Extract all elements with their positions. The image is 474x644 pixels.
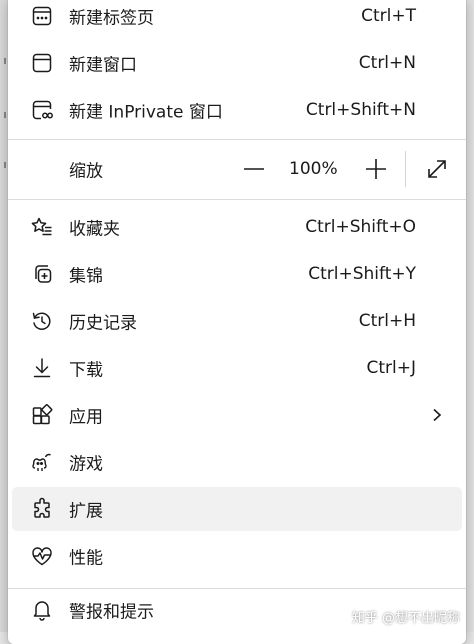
history-icon [30, 309, 54, 333]
menu-item-label: 收藏夹 [69, 219, 120, 240]
menu-item-shortcut: Ctrl+Shift+O [305, 217, 416, 237]
menu-item-zoom: 缩放 100% [12, 145, 462, 193]
download-icon [30, 356, 54, 380]
extensions-icon [30, 497, 54, 521]
menu-item-shortcut: Ctrl+N [358, 53, 416, 73]
menu-item-shortcut: Ctrl+Shift+Y [308, 264, 416, 284]
performance-icon [30, 544, 54, 568]
fullscreen-icon[interactable] [424, 156, 450, 182]
collections-icon [30, 262, 54, 286]
menu-item-label: 新建 InPrivate 窗口 [69, 102, 223, 123]
menu-item-favorites[interactable]: 收藏夹 Ctrl+Shift+O [12, 205, 462, 249]
favorites-icon [30, 215, 54, 239]
menu-item-games[interactable]: 游戏 [12, 440, 462, 484]
watermark-text: 知乎 @想不出昵称 [351, 611, 460, 626]
menu-item-label: 应用 [69, 407, 103, 428]
menu-item-label: 下载 [69, 360, 103, 381]
bell-icon [30, 598, 54, 622]
new-window-icon [30, 51, 54, 75]
menu-item-shortcut: Ctrl+Shift+N [305, 100, 416, 120]
menu-item-label: 扩展 [69, 501, 103, 522]
background-mark [4, 58, 6, 64]
zoom-label: 缩放 [69, 161, 103, 182]
menu-divider [8, 139, 466, 140]
menu-item-label: 集锦 [69, 266, 103, 287]
apps-icon [30, 403, 54, 427]
menu-item-new-inprivate-window[interactable]: 新建 InPrivate 窗口 Ctrl+Shift+N [12, 88, 462, 132]
games-icon [30, 450, 54, 474]
zoom-out-button[interactable] [241, 156, 267, 182]
menu-item-label: 历史记录 [69, 313, 137, 334]
menu-divider [8, 199, 466, 200]
chevron-right-icon [430, 408, 444, 422]
inprivate-window-icon [30, 98, 54, 122]
menu-item-label: 新建标签页 [69, 8, 154, 29]
zoom-in-button[interactable] [363, 156, 389, 182]
menu-item-new-window[interactable]: 新建窗口 Ctrl+N [12, 41, 462, 85]
browser-settings-menu: 新建标签页 Ctrl+T 新建窗口 Ctrl+N 新建 InPrivate 窗口… [8, 0, 466, 644]
menu-item-label: 新建窗口 [69, 55, 137, 76]
background-mark [4, 162, 6, 168]
menu-item-new-tab[interactable]: 新建标签页 Ctrl+T [12, 0, 462, 38]
menu-item-history[interactable]: 历史记录 Ctrl+H [12, 299, 462, 343]
menu-item-shortcut: Ctrl+J [366, 358, 416, 378]
menu-item-downloads[interactable]: 下载 Ctrl+J [12, 346, 462, 390]
menu-item-apps[interactable]: 应用 [12, 393, 462, 437]
background-mark [4, 112, 6, 118]
zoom-level: 100% [289, 159, 338, 179]
menu-item-label: 游戏 [69, 454, 103, 475]
new-tab-icon [30, 4, 54, 28]
menu-item-shortcut: Ctrl+T [361, 6, 416, 26]
menu-item-collections[interactable]: 集锦 Ctrl+Shift+Y [12, 252, 462, 296]
menu-item-label: 性能 [69, 548, 103, 569]
menu-item-extensions[interactable]: 扩展 [12, 487, 462, 531]
zoom-separator [405, 151, 406, 187]
menu-item-shortcut: Ctrl+H [358, 311, 416, 331]
menu-item-label: 警报和提示 [69, 602, 154, 623]
menu-item-performance[interactable]: 性能 [12, 534, 462, 578]
